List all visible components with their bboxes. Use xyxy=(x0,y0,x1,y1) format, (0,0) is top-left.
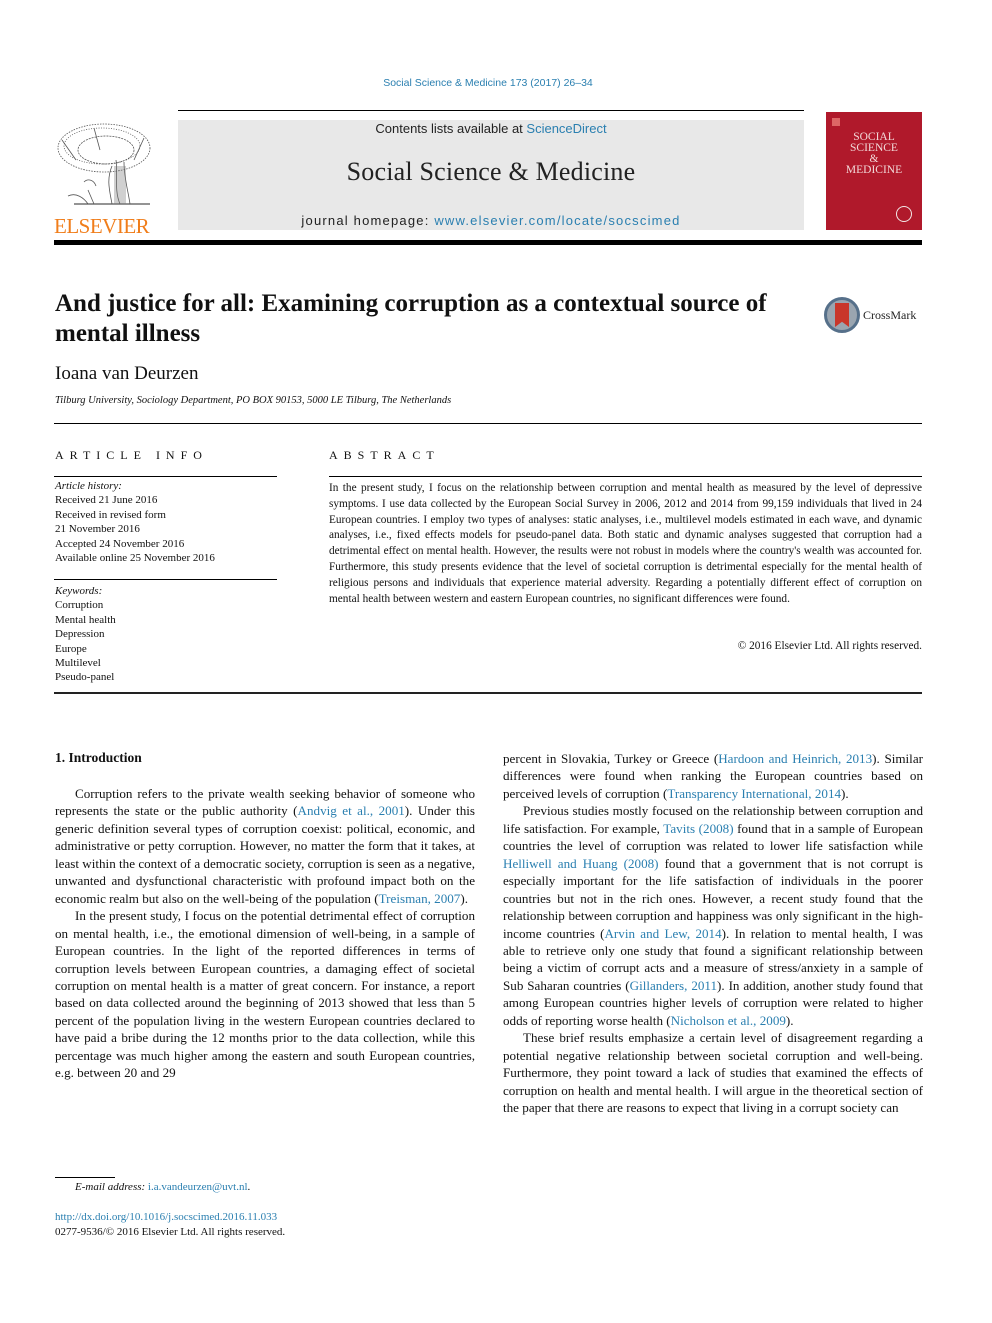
journal-cover-thumbnail[interactable]: SOCIAL SCIENCE & MEDICINE xyxy=(826,112,922,230)
keyword-item: Pseudo-panel xyxy=(55,671,115,684)
body-right-column: percent in Slovakia, Turkey or Greece (H… xyxy=(503,750,923,1117)
email-link[interactable]: i.a.vandeurzen@uvt.nl xyxy=(148,1181,248,1193)
keywords-label: Keywords: xyxy=(55,585,103,597)
cover-seal-icon xyxy=(896,206,912,222)
journal-title: Social Science & Medicine xyxy=(346,157,636,186)
sciencedirect-link[interactable]: ScienceDirect xyxy=(526,121,606,136)
citation-link[interactable]: Gillanders, 2011 xyxy=(630,978,717,993)
contents-prefix: Contents lists available at xyxy=(375,121,527,136)
article-info-heading: ARTICLE INFO xyxy=(55,448,208,462)
journal-masthead: Contents lists available at ScienceDirec… xyxy=(178,120,804,230)
keyword-item: Europe xyxy=(55,642,87,655)
footnote-rule xyxy=(55,1177,115,1178)
text-run: ). xyxy=(785,1012,794,1028)
history-item: Accepted 24 November 2016 xyxy=(55,537,185,550)
keyword-item: Mental health xyxy=(55,613,116,626)
body-left-column: Corruption refers to the private wealth … xyxy=(55,785,475,1082)
homepage-line: journal homepage: www.elsevier.com/locat… xyxy=(178,213,804,228)
homepage-prefix: journal homepage: xyxy=(301,213,435,228)
journal-citation-link[interactable]: Social Science & Medicine 173 (2017) 26–… xyxy=(0,77,976,89)
keywords-rule xyxy=(54,579,277,580)
text-run: percent in Slovakia, Turkey or Greece ( xyxy=(503,751,719,766)
header-rule xyxy=(178,110,804,111)
text-run: ). xyxy=(460,890,468,906)
keywords-list: Keywords: Corruption Mental health Depre… xyxy=(55,584,116,685)
crossmark-label: CrossMark xyxy=(863,307,917,322)
abstract-heading: ABSTRACT xyxy=(329,448,440,462)
citation-link[interactable]: Andvig et al., 2001 xyxy=(298,803,405,818)
cover-logo-icon xyxy=(832,118,840,126)
keyword-item: Depression xyxy=(55,628,105,641)
citation-link[interactable]: Nicholson et al., 2009 xyxy=(671,1013,786,1028)
citation-link[interactable]: Treisman, 2007 xyxy=(379,891,461,906)
body-paragraph: Previous studies mostly focused on the r… xyxy=(503,802,923,1029)
citation-link[interactable]: Tavits (2008) xyxy=(663,821,733,836)
body-paragraph: These brief results emphasize a certain … xyxy=(503,1030,923,1116)
keyword-item: Corruption xyxy=(55,599,104,612)
citation-link[interactable]: Hardoon and Heinrich, 2013 xyxy=(718,751,872,766)
article-info-rule xyxy=(54,476,277,477)
masthead-bottom-rule xyxy=(54,240,922,245)
author-name: Ioana van Deurzen xyxy=(55,363,199,384)
email-suffix: . xyxy=(247,1181,251,1193)
cover-title: SOCIAL SCIENCE & MEDICINE xyxy=(826,131,922,176)
elsevier-wordmark: ELSEVIER xyxy=(54,214,150,238)
history-item: Received 21 June 2016 xyxy=(55,494,158,507)
author-affiliation: Tilburg University, Sociology Department… xyxy=(55,395,452,406)
history-item: Available online 25 November 2016 xyxy=(55,552,215,565)
section-heading-introduction: 1. Introduction xyxy=(55,750,142,765)
doi-link[interactable]: http://dx.doi.org/10.1016/j.socscimed.20… xyxy=(55,1211,277,1223)
crossmark-icon xyxy=(824,297,860,333)
abstract-body: In the present study, I focus on the rel… xyxy=(329,482,922,605)
article-title: And justice for all: Examining corruptio… xyxy=(55,290,767,347)
keyword-item: Multilevel xyxy=(55,657,101,670)
body-paragraph: Corruption refers to the private wealth … xyxy=(55,785,475,907)
contents-line: Contents lists available at ScienceDirec… xyxy=(178,121,804,136)
history-item: 21 November 2016 xyxy=(55,523,140,536)
article-history: Article history: Received 21 June 2016 R… xyxy=(55,479,215,565)
front-matter-bottom-rule xyxy=(54,692,922,694)
crossmark-button[interactable]: CrossMark xyxy=(824,296,924,334)
citation-link[interactable]: Transparency International, 2014 xyxy=(667,786,841,801)
elsevier-logo[interactable]: ELSEVIER xyxy=(54,120,156,237)
elsevier-tree-icon xyxy=(57,123,151,205)
issn-copyright: 0277-9536/© 2016 Elsevier Ltd. All right… xyxy=(55,1226,286,1238)
journal-homepage-link[interactable]: www.elsevier.com/locate/socscimed xyxy=(434,213,680,228)
abstract-copyright: © 2016 Elsevier Ltd. All rights reserved… xyxy=(737,640,922,652)
citation-link[interactable]: Helliwell and Huang (2008) xyxy=(503,856,659,871)
text-run: ). xyxy=(841,785,849,801)
history-item: Received in revised form xyxy=(55,508,166,521)
cover-title-line: MEDICINE xyxy=(845,164,903,176)
body-paragraph: In the present study, I focus on the pot… xyxy=(55,908,475,1081)
section-rule xyxy=(54,423,922,424)
email-label: E-mail address: xyxy=(75,1181,148,1193)
body-paragraph: percent in Slovakia, Turkey or Greece (H… xyxy=(503,750,923,802)
article-history-label: Article history: xyxy=(55,480,122,492)
citation-link[interactable]: Arvin and Lew, 2014 xyxy=(604,926,721,941)
email-footnote: E-mail address: i.a.vandeurzen@uvt.nl. xyxy=(75,1181,250,1193)
abstract-rule xyxy=(329,476,922,477)
